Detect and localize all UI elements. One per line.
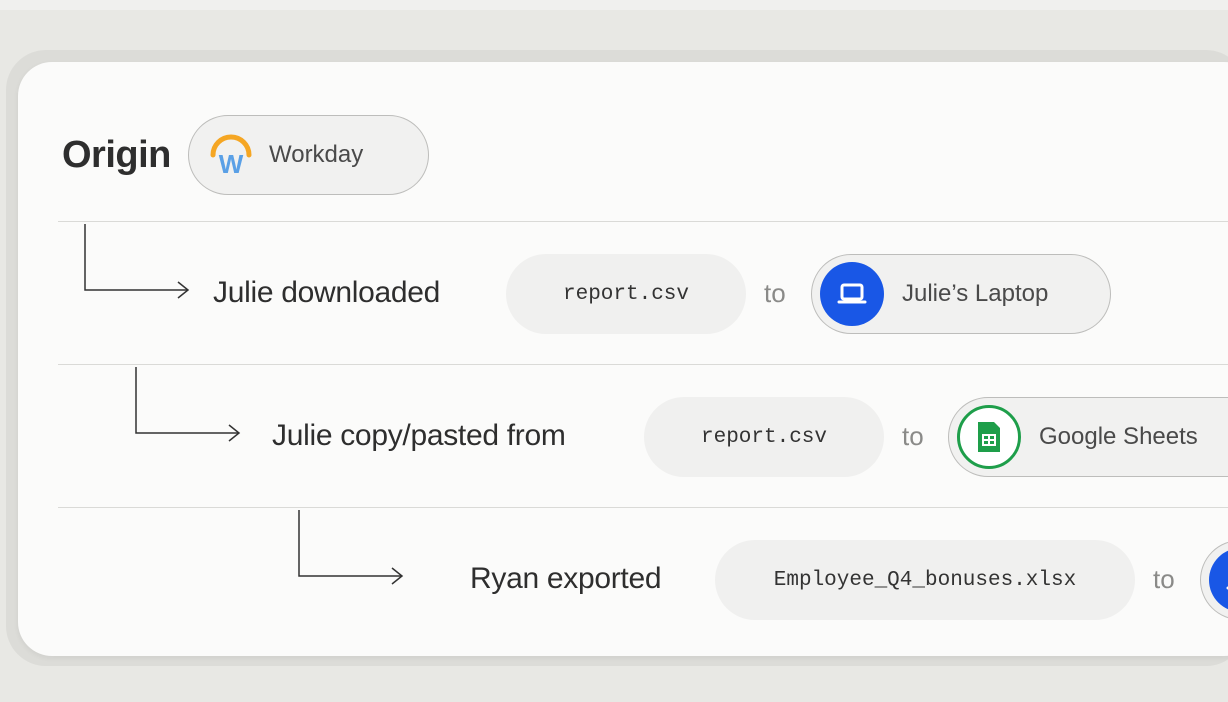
step-2-arrow	[135, 367, 241, 442]
step-1-action: Julie downloaded	[213, 276, 441, 309]
laptop-icon	[820, 262, 884, 326]
step-2-destination-label: Google Sheets	[1039, 423, 1198, 450]
step-3-file-name: Employee_Q4_bonuses.xlsx	[773, 568, 1077, 592]
origin-app-label: Workday	[269, 141, 364, 168]
step-1-arrow	[84, 224, 190, 299]
workday-logo-icon: W	[203, 127, 259, 183]
divider	[58, 364, 1228, 365]
svg-text:W: W	[219, 149, 244, 179]
step-1-to: to	[764, 278, 786, 308]
laptop-icon	[1209, 548, 1228, 612]
step-1-destination-pill[interactable]: Julie’s Laptop	[811, 254, 1111, 334]
step-1-file-name: report.csv	[562, 282, 690, 306]
step-2-action: Julie copy/pasted from	[272, 419, 566, 452]
step-3-to: to	[1153, 564, 1175, 594]
step-2-to: to	[902, 421, 924, 451]
step-1-file-pill[interactable]: report.csv	[506, 254, 746, 334]
origin-app-pill[interactable]: W Workday	[188, 115, 429, 195]
google-sheets-icon	[957, 405, 1021, 469]
step-1-destination-label: Julie’s Laptop	[902, 280, 1049, 307]
step-2-destination-pill[interactable]: Google Sheets	[948, 397, 1228, 477]
step-3-file-pill[interactable]: Employee_Q4_bonuses.xlsx	[715, 540, 1135, 620]
step-2-file-pill[interactable]: report.csv	[644, 397, 884, 477]
divider	[58, 507, 1228, 508]
step-3-destination-pill[interactable]	[1200, 540, 1228, 620]
top-band	[0, 0, 1228, 10]
divider	[58, 221, 1228, 222]
origin-title: Origin	[62, 134, 171, 176]
step-3-arrow	[298, 510, 404, 585]
step-3-action: Ryan exported	[470, 562, 662, 595]
step-2-file-name: report.csv	[700, 425, 828, 449]
lineage-card: Origin W Workday Julie downloaded report…	[18, 62, 1228, 656]
